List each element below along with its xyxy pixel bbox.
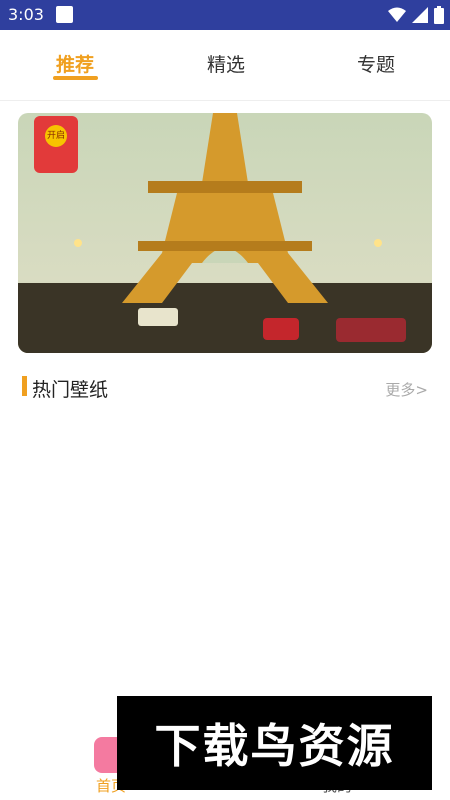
- wifi-icon: [388, 7, 406, 22]
- banner-image[interactable]: [18, 113, 432, 353]
- tab-topics[interactable]: 专题: [357, 50, 395, 77]
- signal-icon: [412, 7, 428, 23]
- tab-active-indicator: [53, 76, 98, 80]
- tab-featured[interactable]: 精选: [207, 50, 245, 77]
- tab-recommend[interactable]: 推荐: [56, 50, 94, 77]
- battery-icon: [434, 6, 444, 24]
- section-title: 热门壁纸: [32, 379, 109, 401]
- top-tabs: 推荐 精选 专题: [0, 30, 450, 101]
- more-link[interactable]: 更多>: [385, 379, 428, 400]
- status-icons: [388, 6, 444, 24]
- notification-icon: [56, 6, 73, 23]
- status-bar: 3:03: [0, 0, 450, 30]
- watermark-overlay: 下载鸟资源: [117, 696, 432, 790]
- eiffel-tower-photo: [18, 113, 432, 353]
- red-packet-button[interactable]: 开启: [34, 116, 78, 173]
- section-accent-bar: [22, 376, 27, 396]
- status-time: 3:03: [8, 5, 44, 24]
- red-packet-badge: 开启: [45, 125, 67, 147]
